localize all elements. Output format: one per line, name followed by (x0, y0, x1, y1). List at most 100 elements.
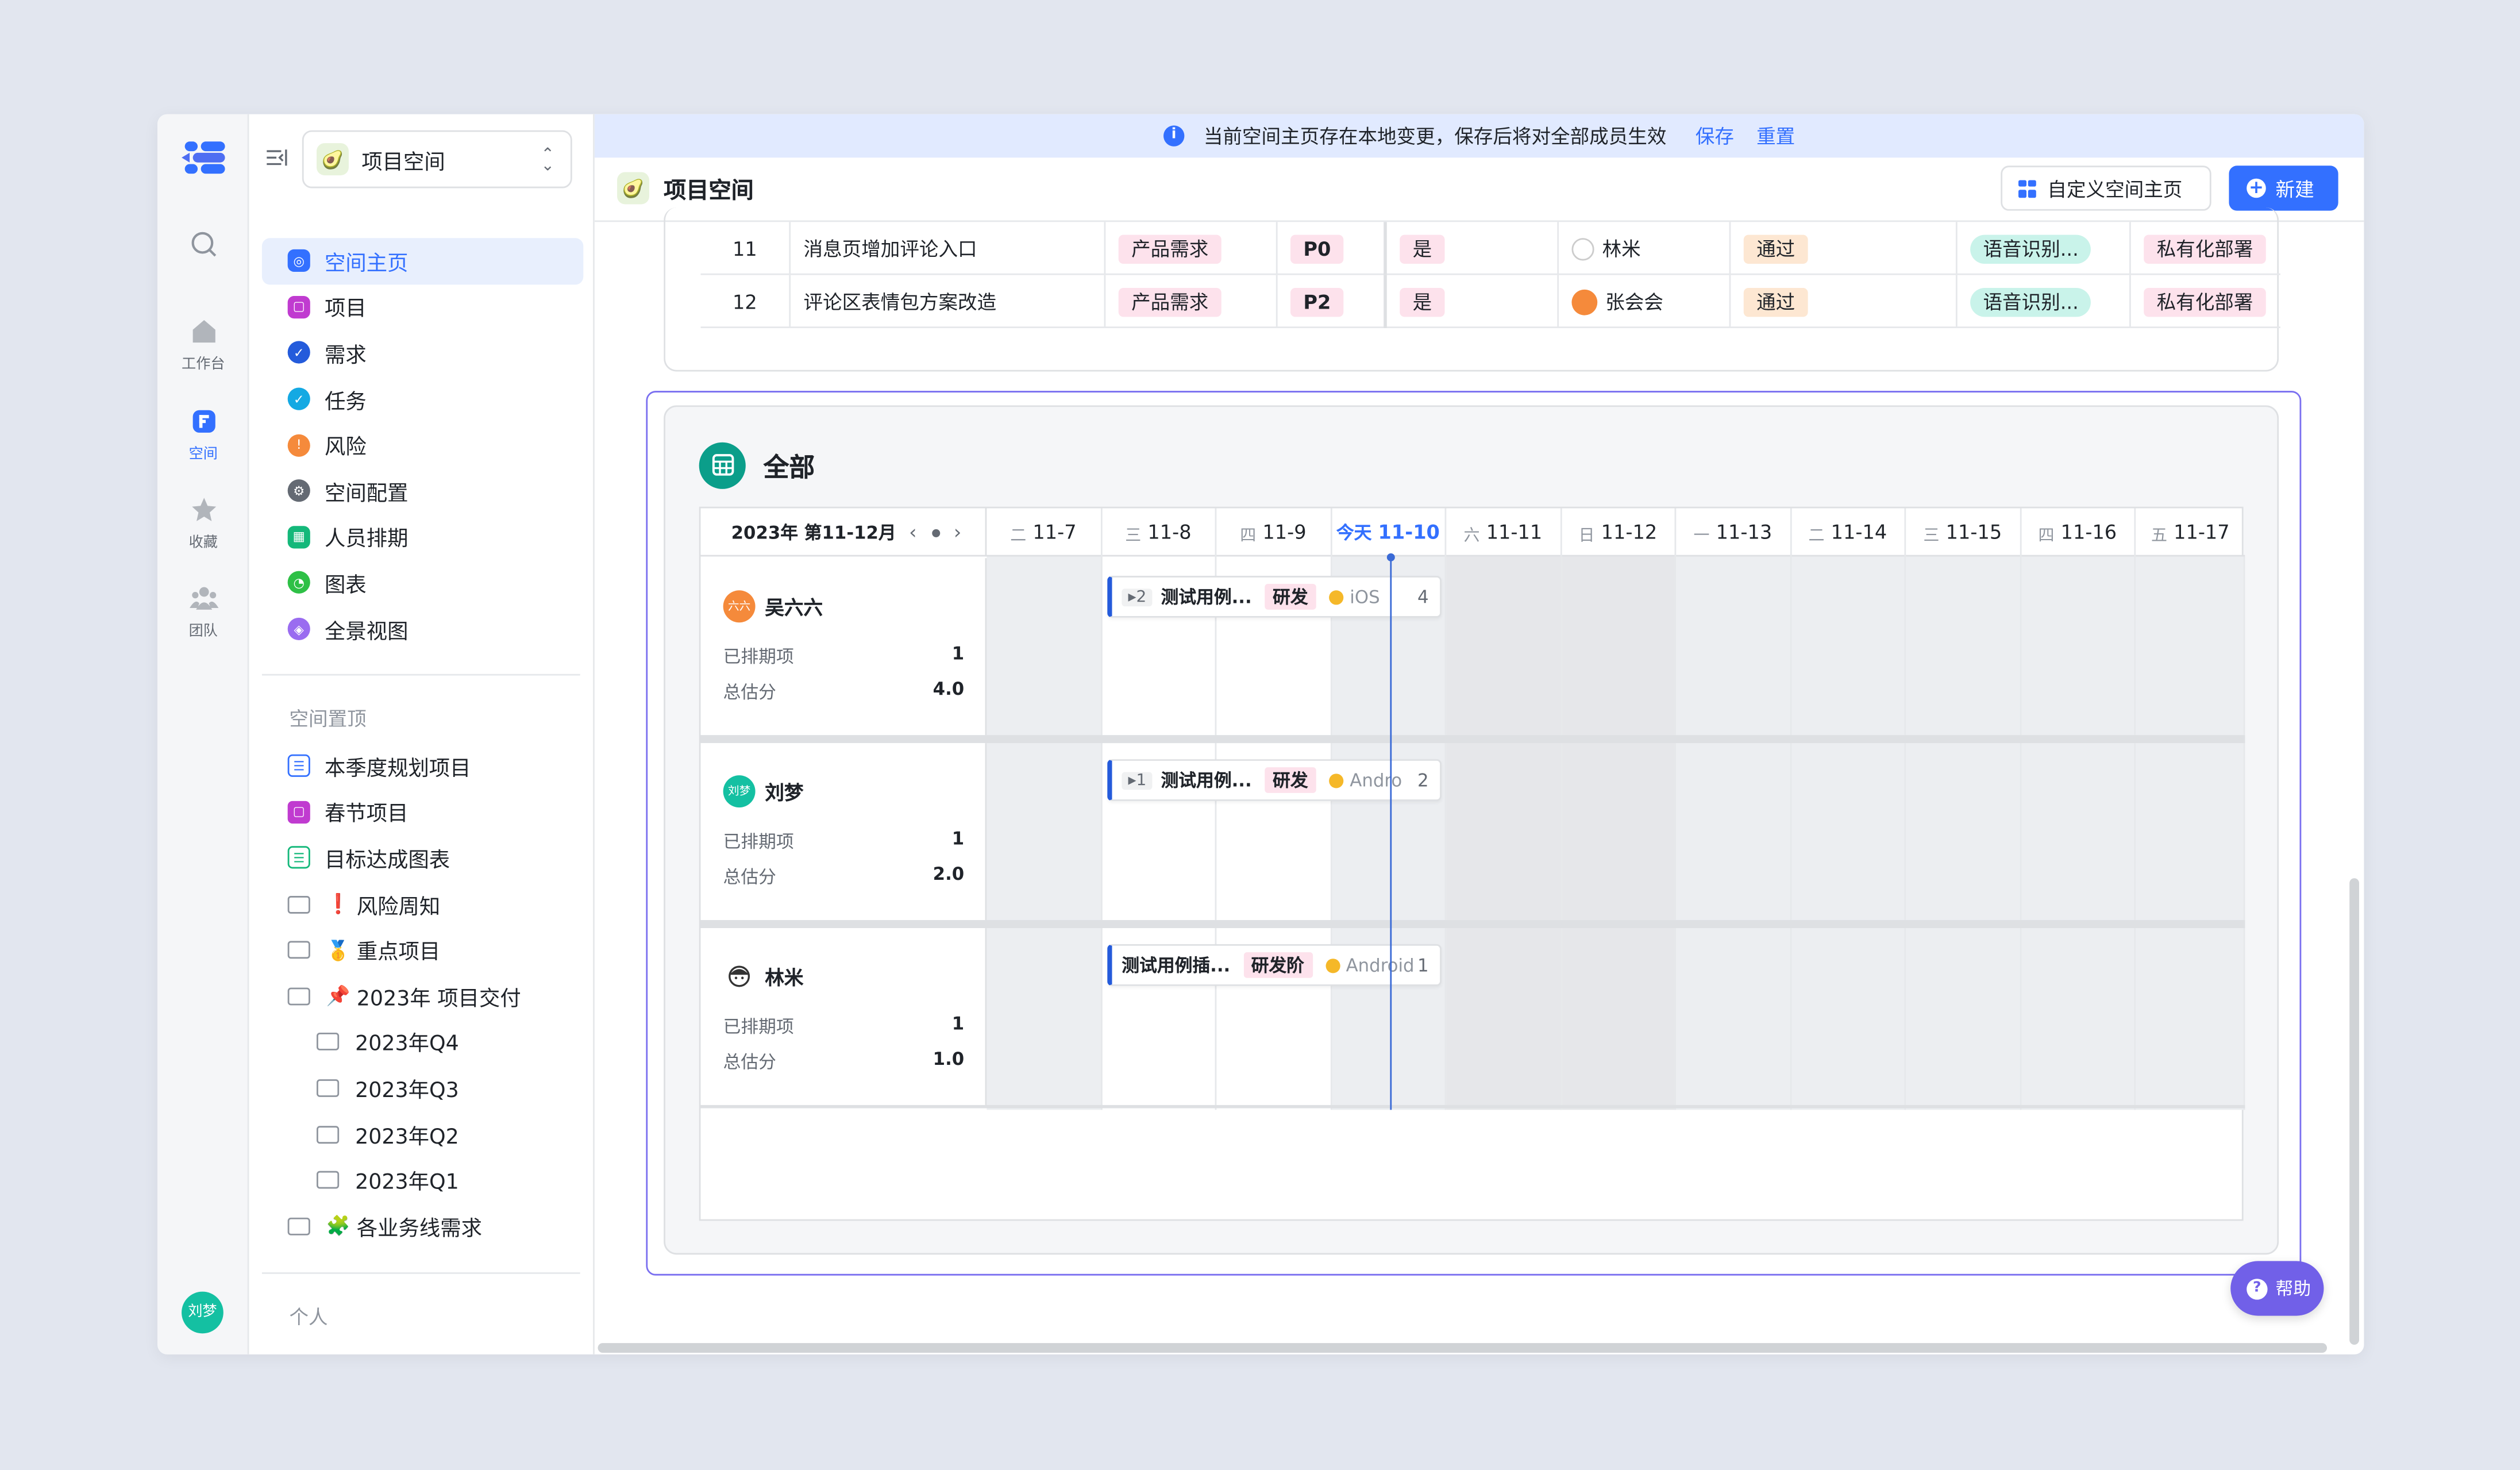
rail-label: 团队 (188, 624, 218, 641)
home-icon (192, 320, 215, 343)
pinned-subfolder[interactable]: 2023年Q3 (262, 1065, 583, 1111)
new-button[interactable]: + 新建 (2229, 166, 2338, 211)
customize-home-button[interactable]: 自定义空间主页 (2001, 166, 2211, 211)
pinned-section-title: 空间置顶 (289, 707, 367, 730)
requirement-icon: ✓ (287, 341, 310, 364)
grid-icon (2018, 179, 2036, 197)
row-number: 12 (700, 275, 791, 328)
estimate-total: 1.0 (933, 1048, 965, 1070)
plus-icon: + (2247, 178, 2266, 198)
button-label: 自定义空间主页 (2047, 178, 2183, 201)
sidebar-item-home[interactable]: ◎ 空间主页 (261, 238, 584, 284)
pinned-item[interactable]: ☰ 本季度规划项目 (262, 743, 583, 789)
project-icon: ▢ (287, 295, 310, 318)
rail-search[interactable] (157, 230, 249, 265)
table-row[interactable]: 12 评论区表情包方案改造 产品需求 P2 是 张会会 通过 语音识别... 私… (700, 275, 2280, 328)
sidebar-item-projects[interactable]: ▢ 项目 (262, 284, 583, 330)
rail-team[interactable]: 团队 (157, 584, 249, 640)
priority-tag: P0 (1290, 234, 1344, 263)
task-title: 测试用例插... (1122, 955, 1231, 976)
chevron-right-icon[interactable]: › (954, 521, 961, 544)
member-lane: 林米 已排期项 1 总估分 1.0 测试用例插... 研发阶 Android 1 (700, 928, 2245, 1105)
vertical-scrollbar[interactable] (2349, 878, 2359, 1345)
folder-icon (287, 1217, 310, 1235)
nav-label: 任务 (324, 390, 367, 414)
pinned-list: ☰ 本季度规划项目 ▢ 春节项目 ☰ 目标达成图表 ❗ 风险周知 🥇 重点项目 📌 2023… (262, 743, 583, 1249)
member-info: 刘梦 刘梦 已排期项 1 总估分 2.0 (700, 743, 987, 921)
chevron-left-icon[interactable]: ‹ (909, 521, 916, 544)
horizontal-scrollbar[interactable] (598, 1343, 2328, 1353)
scheduled-count: 1 (951, 1013, 965, 1034)
reset-link[interactable]: 重置 (1756, 122, 1795, 150)
day-header: 六 11-11 (1446, 508, 1562, 557)
pinned-label: 2023年Q4 (355, 1033, 459, 1057)
pinned-label: 各业务线需求 (356, 1217, 483, 1242)
sidebar-item-settings[interactable]: ⚙ 空间配置 (262, 468, 583, 514)
sidebar-item-panorama[interactable]: ◈ 全景视图 (262, 606, 583, 652)
nav-label: 需求 (324, 344, 367, 368)
day-header: 三 11-15 (1906, 508, 2021, 557)
nav-label: 空间主页 (324, 252, 409, 276)
nav-label: 全景视图 (324, 620, 409, 645)
space-name: 项目空间 (361, 150, 445, 175)
subtask-count: ▸2 (1122, 588, 1153, 606)
doc-list-icon: ☰ (287, 755, 310, 778)
pinned-label: 风险周知 (356, 895, 441, 919)
star-icon (191, 498, 215, 521)
personal-section-title: 个人 (289, 1306, 328, 1329)
sidebar-item-tasks[interactable]: ✓ 任务 (262, 376, 583, 422)
member-avatar: 刘梦 (723, 775, 756, 808)
pinned-folder[interactable]: ❗ 风险周知 (262, 881, 583, 927)
sidebar-item-requirements[interactable]: ✓ 需求 (262, 330, 583, 376)
member-lane: 六六 吴六六 已排期项 1 总估分 4.0 ▸2 测试用例... 研发 iOS 4 (700, 558, 2245, 736)
local-change-banner: i 当前空间主页存在本地变更，保存后将对全部成员生效 保存 重置 (594, 114, 2364, 158)
owner-avatar (1571, 288, 1598, 315)
pinned-folder[interactable]: 📌 2023年 项目交付 (262, 973, 583, 1019)
folder-icon (287, 895, 310, 913)
stat-label: 已排期项 (723, 1016, 794, 1038)
space-selector[interactable]: 🥑 项目空间 ⌃ ⌄ (302, 130, 572, 188)
user-avatar[interactable]: 刘梦 (182, 1291, 224, 1334)
pinned-folder[interactable]: 🧩 各业务线需求 (262, 1203, 583, 1249)
today-dot-button[interactable] (933, 528, 941, 537)
scheduled-count: 1 (951, 828, 965, 849)
page-title: 项目空间 (664, 178, 754, 205)
scheduled-count: 1 (951, 643, 965, 664)
nav-label: 空间配置 (324, 482, 409, 507)
lane-separator (700, 920, 2245, 929)
day-header-today: 今天 11-10 (1331, 508, 1447, 557)
deploy-tag: 私有化部署 (2144, 287, 2266, 317)
status-tag: 通过 (1743, 287, 1808, 317)
sidebar-item-risks[interactable]: ! 风险 (262, 422, 583, 468)
task-estimate: 1 (1417, 955, 1429, 976)
owner-avatar (1571, 237, 1594, 260)
gantt-header: 2023年 第11-12月 ‹ › 二 11-7 三 11-8 四 11-9 今天 11… (700, 508, 2245, 557)
pinned-item[interactable]: ▢ 春节项目 (262, 789, 583, 835)
collapse-sidebar-icon[interactable] (265, 147, 288, 169)
left-rail: 工作台 空间 收藏 团队 刘梦 (157, 114, 249, 1354)
schedule-card: 全部 2023年 第11-12月 ‹ › 二 11-7 三 11-8 四 11-… (664, 405, 2279, 1255)
pinned-folder[interactable]: 🥇 重点项目 (262, 927, 583, 973)
sidebar-item-charts[interactable]: ◔ 图表 (262, 560, 583, 606)
stat-label: 总估分 (723, 682, 776, 703)
help-button[interactable]: ? 帮助 (2230, 1261, 2324, 1316)
rail-workbench[interactable]: 工作台 (157, 317, 249, 373)
stat-label: 总估分 (723, 1052, 776, 1073)
label-tag: 语音识别... (1970, 287, 2092, 317)
pinned-subfolder[interactable]: 2023年Q2 (262, 1111, 583, 1157)
updown-chevron-icon: ⌃ ⌄ (541, 146, 554, 176)
rail-favorites[interactable]: 收藏 (157, 495, 249, 552)
pinned-item[interactable]: ☰ 目标达成图表 (262, 835, 583, 881)
sidebar-item-scheduling[interactable]: ▦ 人员排期 (262, 514, 583, 560)
day-header: 五 11-17 (2151, 521, 2230, 545)
table-row[interactable]: 11 消息页增加评论入口 产品需求 P0 是 林米 通过 语音识别... 私有化… (700, 222, 2280, 275)
question-icon: ? (2247, 1277, 2268, 1299)
rail-space[interactable]: 空间 (157, 407, 249, 463)
pinned-subfolder[interactable]: 2023年Q4 (262, 1019, 583, 1065)
stage-tag: 研发阶 (1243, 952, 1312, 978)
app-window: 工作台 空间 收藏 团队 刘梦 🥑 项目空间 ⌃ ⌄ ◎ 空间主页 ▢ 项目 ✓… (157, 114, 2364, 1354)
main-area: i 当前空间主页存在本地变更，保存后将对全部成员生效 保存 重置 🥑 项目空间 … (594, 114, 2364, 1354)
pinned-subfolder[interactable]: 2023年Q1 (262, 1157, 583, 1203)
save-link[interactable]: 保存 (1696, 122, 1734, 150)
folder-icon (317, 1171, 340, 1189)
